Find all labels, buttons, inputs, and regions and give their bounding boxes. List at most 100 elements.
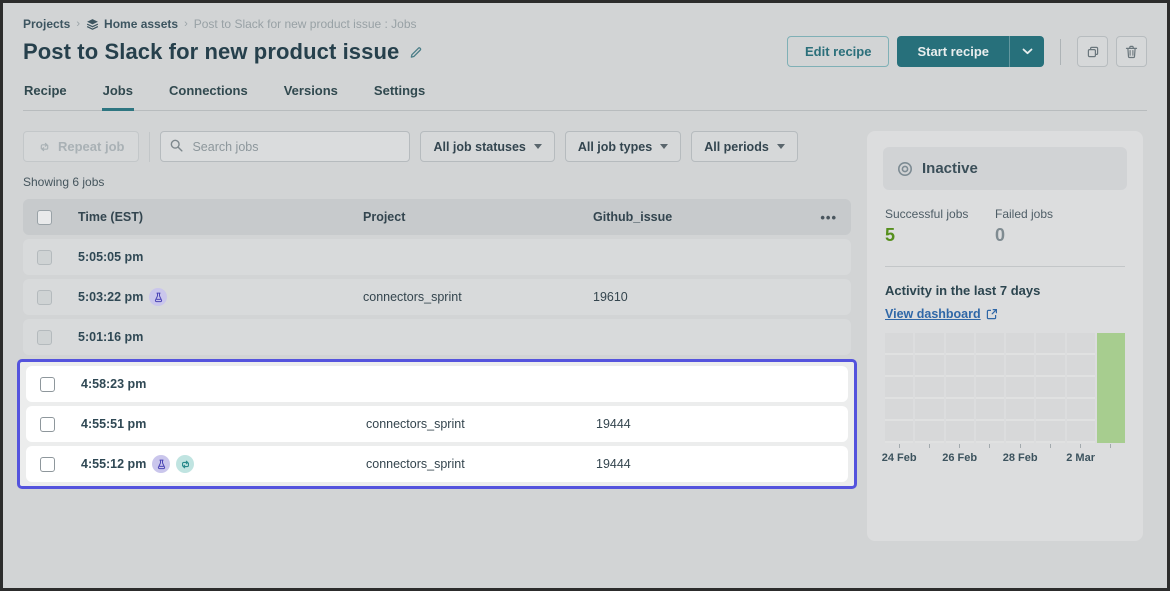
breadcrumb-projects[interactable]: Projects [23, 17, 70, 31]
test-job-badge [149, 288, 167, 306]
axis-label-cell [915, 452, 943, 466]
inactive-status-icon [897, 161, 913, 177]
chevron-down-icon [660, 144, 668, 149]
chevron-down-icon [777, 144, 785, 149]
dropdown-label: All job types [578, 140, 652, 154]
search-jobs [160, 131, 410, 162]
breadcrumb-folder[interactable]: Home assets [86, 17, 178, 31]
start-recipe-split-button: Start recipe [897, 36, 1044, 67]
job-project: connectors_sprint [363, 290, 593, 304]
copy-recipe-button[interactable] [1077, 36, 1108, 67]
activity-bar-chart [885, 333, 1125, 443]
tab-versions[interactable]: Versions [283, 83, 339, 111]
external-link-icon [986, 308, 998, 320]
select-all-checkbox[interactable] [37, 210, 52, 225]
job-row[interactable]: 5:01:16 pm [23, 319, 851, 355]
chart-empty-column [915, 333, 943, 443]
activity-title: Activity in the last 7 days [885, 283, 1125, 298]
test-job-badge [152, 455, 170, 473]
filter-dropdowns: All job statuses All job types All periods [420, 131, 797, 162]
activity-bar [1097, 333, 1125, 443]
layers-icon [86, 18, 99, 31]
axis-label-cell: 26 Feb [946, 452, 974, 466]
start-recipe-button[interactable]: Start recipe [897, 36, 1009, 67]
breadcrumb-folder-label: Home assets [104, 17, 178, 31]
repeat-job-icon [180, 459, 191, 470]
axis-label-cell [976, 452, 1004, 466]
column-project: Project [363, 210, 593, 224]
job-row-checkbox[interactable] [37, 330, 52, 345]
job-time: 4:55:51 pm [81, 417, 146, 431]
jobs-table-header: Time (EST) Project Github_issue ••• [23, 199, 851, 235]
job-time: 5:05:05 pm [78, 250, 143, 264]
column-time: Time (EST) [78, 210, 363, 224]
job-row-checkbox[interactable] [40, 377, 55, 392]
edit-recipe-button[interactable]: Edit recipe [787, 36, 889, 67]
chart-empty-column [1036, 333, 1064, 443]
job-row-checkbox[interactable] [37, 250, 52, 265]
status-box: Inactive [883, 147, 1127, 190]
dropdown-all-job-types[interactable]: All job types [565, 131, 681, 162]
job-row-checkbox[interactable] [40, 417, 55, 432]
job-row[interactable]: 4:58:23 pm [26, 366, 848, 402]
successful-jobs-value: 5 [885, 225, 995, 246]
header-actions: Edit recipe Start recipe [787, 36, 1147, 67]
highlight-box: 4:58:23 pm4:55:51 pmconnectors_sprint194… [17, 359, 857, 489]
job-time: 5:03:22 pm [78, 290, 143, 304]
chart-empty-column [946, 333, 974, 443]
chart-empty-column [1067, 333, 1095, 443]
axis-tick-label: 2 Mar [1066, 452, 1095, 464]
dropdown-all-periods[interactable]: All periods [691, 131, 798, 162]
axis-tick [1067, 444, 1095, 448]
dropdown-label: All periods [704, 140, 769, 154]
successful-jobs-label: Successful jobs [885, 207, 995, 221]
dropdown-all-job-statuses[interactable]: All job statuses [420, 131, 554, 162]
jobs-section: Repeat job All job statuses All job types… [23, 131, 851, 489]
axis-tick [1036, 444, 1064, 448]
breadcrumb-separator: › [76, 18, 80, 30]
breadcrumb: Projects › Home assets › Post to Slack f… [23, 17, 1147, 31]
axis-tick-label: 26 Feb [942, 452, 977, 464]
job-row[interactable]: 4:55:12 pmconnectors_sprint19444 [26, 446, 848, 482]
job-row[interactable]: 4:55:51 pmconnectors_sprint19444 [26, 406, 848, 442]
job-row-checkbox[interactable] [37, 290, 52, 305]
search-icon [169, 138, 184, 153]
showing-count: Showing 6 jobs [23, 175, 851, 189]
edit-title-pencil-icon[interactable] [409, 45, 423, 59]
job-row[interactable]: 5:05:05 pm [23, 239, 851, 275]
trash-icon [1125, 45, 1138, 59]
repeated-job-badge [176, 455, 194, 473]
tab-recipe[interactable]: Recipe [23, 83, 68, 111]
chart-empty-column [1006, 333, 1034, 443]
page-title: Post to Slack for new product issue [23, 39, 399, 65]
chart-empty-column [976, 333, 1004, 443]
chart-empty-column [885, 333, 913, 443]
tab-connections[interactable]: Connections [168, 83, 249, 111]
job-row-checkbox[interactable] [40, 457, 55, 472]
columns-menu-icon[interactable]: ••• [793, 210, 851, 225]
axis-tick [1006, 444, 1034, 448]
chart-ticks [885, 444, 1125, 448]
job-project: connectors_sprint [366, 417, 596, 431]
view-dashboard-link[interactable]: View dashboard [885, 307, 981, 321]
axis-label-cell [1097, 452, 1125, 466]
failed-jobs-value: 0 [995, 225, 1105, 246]
job-project: connectors_sprint [366, 457, 596, 471]
search-jobs-input[interactable] [160, 131, 410, 162]
failed-jobs-label: Failed jobs [995, 207, 1105, 221]
job-time: 4:55:12 pm [81, 457, 146, 471]
job-time: 4:58:23 pm [81, 377, 146, 391]
job-time: 5:01:16 pm [78, 330, 143, 344]
tab-settings[interactable]: Settings [373, 83, 426, 111]
test-job-flask-icon [156, 459, 167, 470]
axis-label-cell: 28 Feb [1006, 452, 1034, 466]
job-row[interactable]: 5:03:22 pmconnectors_sprint19610 [23, 279, 851, 315]
repeat-job-button[interactable]: Repeat job [23, 131, 139, 162]
copy-icon [1086, 45, 1100, 59]
delete-recipe-button[interactable] [1116, 36, 1147, 67]
axis-tick [946, 444, 974, 448]
axis-tick-label: 28 Feb [1003, 452, 1038, 464]
tab-jobs[interactable]: Jobs [102, 83, 134, 111]
tab-bar: Recipe Jobs Connections Versions Settings [23, 83, 1147, 111]
start-recipe-dropdown-button[interactable] [1009, 36, 1044, 67]
